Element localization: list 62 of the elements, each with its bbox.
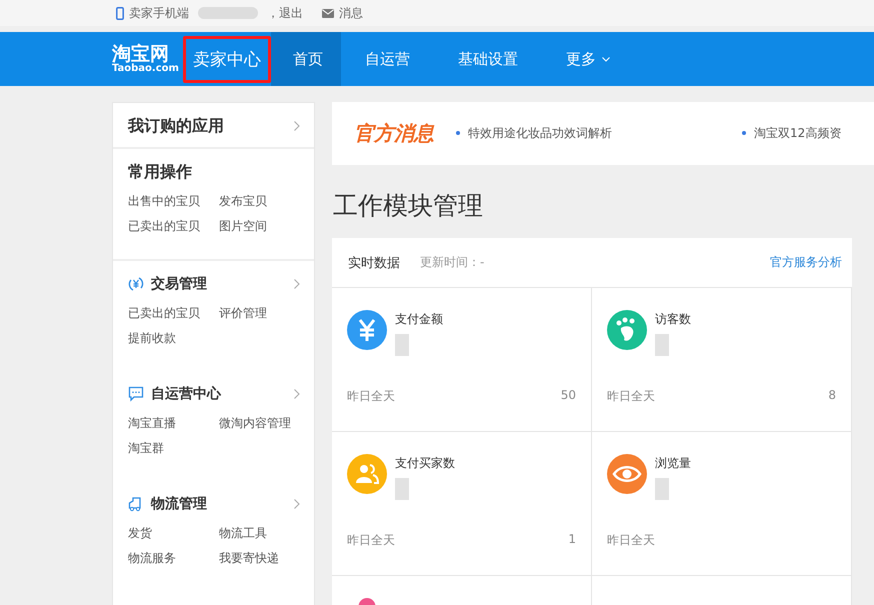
- metric-footer: 昨日全天: [347, 532, 395, 549]
- logo-title[interactable]: 淘宝网: [112, 44, 179, 64]
- chevron-right-icon[interactable]: [294, 279, 300, 289]
- nav-tab[interactable]: 自运营: [340, 32, 434, 86]
- section-title: 物流管理: [151, 495, 208, 513]
- sidebar-link[interactable]: 图片空间: [219, 218, 300, 235]
- section-title: 交易管理: [151, 275, 208, 293]
- metric-footer: 昨日全天: [607, 388, 655, 405]
- metric-value: 1: [568, 532, 576, 548]
- sidebar-link[interactable]: 我要寄快递: [219, 550, 300, 567]
- sidebar-link[interactable]: 淘宝直播: [128, 415, 219, 432]
- nav-tab[interactable]: 基础设置: [434, 32, 542, 86]
- mail-icon: [322, 8, 334, 18]
- sidebar-link[interactable]: 发货: [128, 525, 219, 542]
- section-title: 常用操作: [128, 162, 193, 182]
- section-title: 自运营中心: [151, 385, 222, 403]
- metric-label: 支付买家数: [395, 455, 455, 472]
- blurred-value: [395, 478, 409, 500]
- update-time: 更新时间：-: [420, 254, 486, 271]
- sidebar-link[interactable]: 微淘内容管理: [219, 415, 300, 432]
- bullet-icon: [456, 131, 460, 135]
- metric-label: 浏览量: [655, 455, 691, 472]
- mobile-link[interactable]: 卖家手机端: [129, 4, 189, 22]
- sidebar-link[interactable]: 出售中的宝贝: [128, 193, 219, 210]
- module-title: 工作模块管理: [333, 190, 484, 222]
- bullet-icon: [742, 131, 746, 135]
- logo-subtitle: Taobao.com: [112, 64, 179, 74]
- panel-title: 实时数据: [348, 254, 400, 272]
- metric-label: 访客数: [655, 311, 691, 328]
- metric-footer: 昨日全天: [347, 388, 395, 405]
- nav-tab[interactable]: 更多: [542, 32, 634, 86]
- notice-link[interactable]: 特效用途化妆品功效词解析: [468, 124, 612, 142]
- blurred-value: [655, 478, 669, 500]
- blurred-value: [395, 334, 409, 356]
- metric-label: 支付金额: [395, 311, 443, 328]
- analysis-link[interactable]: 官方服务分析: [770, 254, 842, 271]
- yen-circle-icon: [128, 276, 144, 292]
- blurred-username: [198, 7, 258, 19]
- sidebar-link[interactable]: 物流工具: [219, 525, 300, 542]
- notice-title: 官方消息: [354, 120, 434, 146]
- sidebar-link[interactable]: 发布宝贝: [219, 193, 300, 210]
- sidebar-link[interactable]: 已卖出的宝贝: [128, 218, 219, 235]
- sidebar-link[interactable]: 淘宝群: [128, 440, 219, 457]
- sidebar-link[interactable]: 提前收款: [128, 330, 219, 347]
- metric-value: 8: [828, 388, 836, 404]
- sidebar-link[interactable]: 物流服务: [128, 550, 219, 567]
- messages-link[interactable]: 消息: [339, 4, 363, 22]
- site-name[interactable]: 卖家中心: [182, 36, 271, 82]
- chevron-right-icon[interactable]: [294, 389, 300, 399]
- nav-tab[interactable]: 首页: [270, 32, 341, 86]
- section-title: 我订购的应用: [128, 116, 225, 136]
- metric-value: 50: [560, 388, 576, 404]
- phone-icon: [116, 6, 124, 20]
- blurred-value: [655, 334, 669, 356]
- chevron-right-icon[interactable]: [294, 499, 300, 509]
- sidebar-link[interactable]: 已卖出的宝贝: [128, 305, 219, 322]
- chevron-right-icon[interactable]: [294, 121, 300, 131]
- metric-footer: 昨日全天: [607, 532, 655, 549]
- logout-link[interactable]: ，退出: [267, 4, 303, 22]
- sidebar-link[interactable]: 评价管理: [219, 305, 300, 322]
- notice-link[interactable]: 淘宝双12高频资: [754, 124, 842, 142]
- chat-icon: [128, 386, 144, 402]
